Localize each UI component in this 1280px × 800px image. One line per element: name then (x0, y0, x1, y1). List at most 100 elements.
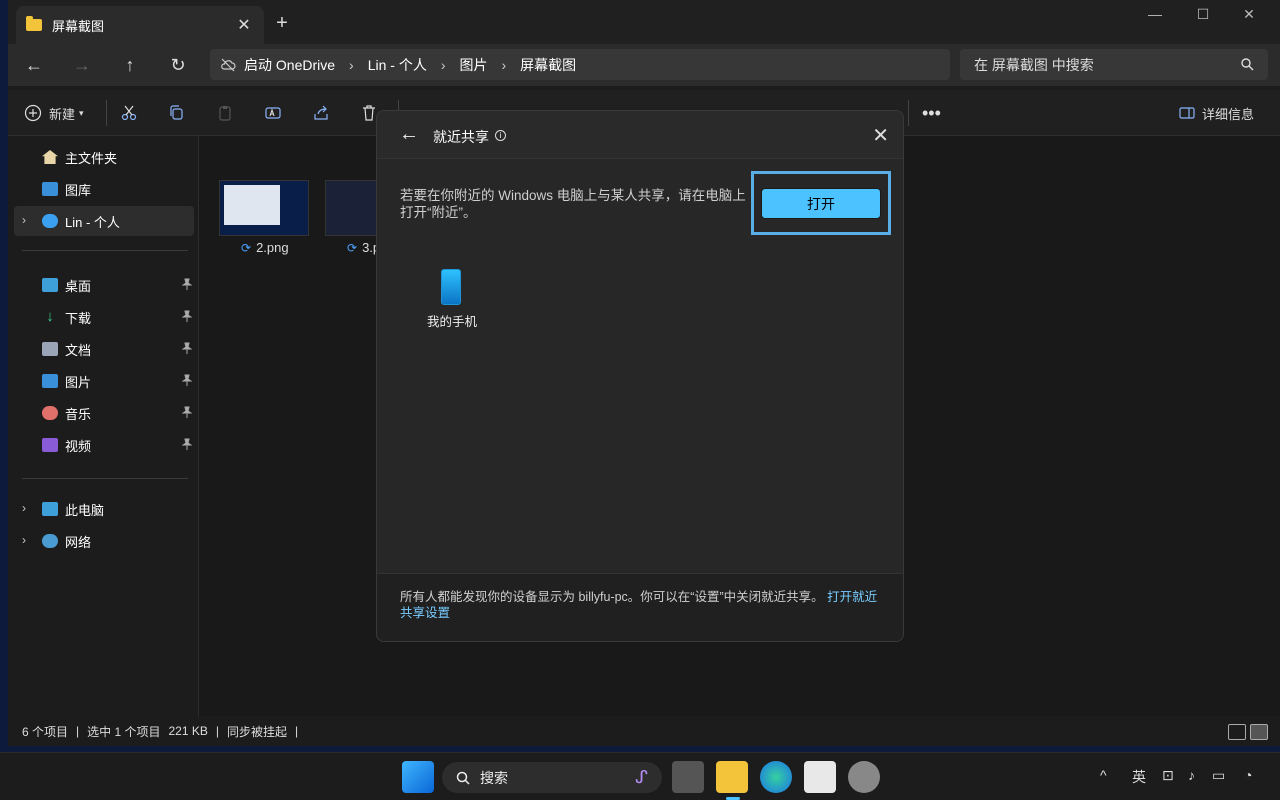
sidebar-item-label: Lin - 个人 (65, 214, 120, 230)
sidebar-item-label: 主文件夹 (65, 150, 118, 166)
pin-icon[interactable] (181, 374, 193, 386)
back-button[interactable]: ← (18, 52, 50, 78)
breadcrumb-lin[interactable]: Lin - 个人 (368, 55, 427, 75)
device-name[interactable]: 我的手机 (427, 311, 477, 330)
sidebar-item-label: 图片 (65, 374, 92, 390)
rename-icon (265, 107, 281, 119)
tiles-view-button[interactable] (1250, 724, 1268, 740)
tab-screenshots[interactable]: 屏幕截图 ✕ (16, 6, 264, 44)
paste-button[interactable] (216, 102, 234, 124)
address-bar[interactable]: 启动 OneDrive › Lin - 个人 › 图片 › 屏幕截图 (210, 49, 950, 80)
search-icon (456, 771, 470, 785)
taskbar-search[interactable]: 搜索 ᔑ (442, 762, 662, 793)
pin-icon[interactable] (181, 406, 193, 418)
task-view-icon[interactable] (672, 761, 704, 793)
back-arrow-icon[interactable]: ← (399, 123, 419, 146)
forward-button[interactable]: → (66, 52, 98, 78)
settings-gear-icon[interactable] (848, 761, 880, 793)
view-switcher (1228, 724, 1268, 740)
sidebar-item-videos[interactable]: 视频 (14, 430, 194, 460)
more-options-icon[interactable]: ••• (922, 102, 941, 124)
close-icon[interactable]: ✕ (872, 123, 889, 148)
share-button[interactable] (312, 102, 330, 124)
sidebar-item-onedrive[interactable]: › Lin - 个人 (14, 206, 194, 236)
volume-icon[interactable]: ♪ (1188, 767, 1195, 783)
phone-icon[interactable] (441, 269, 461, 305)
chevron-right-icon[interactable]: › (441, 57, 446, 73)
scissors-icon (121, 105, 137, 121)
sidebar-item-network[interactable]: › 网络 (14, 526, 194, 556)
sync-status: 同步被挂起 (226, 724, 287, 739)
network-icon (42, 534, 58, 548)
store-icon[interactable] (804, 761, 836, 793)
breadcrumb-screenshots[interactable]: 屏幕截图 (520, 55, 576, 75)
refresh-button[interactable]: ↻ (162, 52, 194, 78)
info-icon[interactable]: i (495, 130, 506, 141)
edge-icon[interactable] (760, 761, 792, 793)
details-pane-icon (1179, 107, 1195, 119)
sidebar-item-music[interactable]: 音乐 (14, 398, 194, 428)
chevron-down-icon: ▾ (79, 107, 84, 118)
sidebar-item-pictures[interactable]: 图片 (14, 366, 194, 396)
file-thumbnail[interactable] (219, 180, 309, 236)
divider (106, 100, 107, 126)
cut-button[interactable] (120, 102, 138, 124)
open-button[interactable]: 打开 (761, 188, 881, 219)
cloud-icon (42, 214, 58, 228)
chevron-right-icon[interactable]: › (502, 57, 507, 73)
chevron-right-icon[interactable]: › (22, 501, 26, 515)
dialog-header: ← 就近共享 i ✕ (377, 111, 903, 159)
taskbar-search-label: 搜索 (480, 769, 508, 786)
rename-button[interactable] (264, 102, 282, 124)
pin-icon[interactable] (181, 438, 193, 450)
new-button[interactable]: 新建 ▾ (24, 102, 84, 124)
up-button[interactable]: ↑ (114, 52, 146, 78)
chevron-right-icon[interactable]: › (22, 213, 26, 227)
ime-indicator[interactable]: 英 (1132, 767, 1146, 787)
sidebar-item-home[interactable]: 主文件夹 (14, 142, 194, 172)
new-label: 新建 (49, 106, 76, 122)
search-input[interactable]: 在 屏幕截图 中搜索 (960, 49, 1268, 80)
new-tab-button[interactable]: + (270, 12, 294, 35)
sync-icon: ⟳ (347, 240, 358, 255)
minimize-button[interactable]: — (1132, 6, 1178, 26)
network-icon[interactable]: ⊡ (1162, 767, 1174, 784)
breadcrumb-pictures[interactable]: 图片 (460, 55, 488, 75)
chevron-up-icon[interactable]: ^ (1100, 767, 1107, 783)
breadcrumb-onedrive[interactable]: 启动 OneDrive (244, 55, 335, 75)
sidebar-item-label: 桌面 (65, 278, 92, 294)
file-name[interactable]: ⟳ 2.png (241, 240, 289, 255)
sidebar-item-documents[interactable]: 文档 (14, 334, 194, 364)
desktop-icon (42, 278, 58, 292)
music-icon (42, 406, 58, 420)
folder-icon (26, 16, 42, 31)
tab-close-icon[interactable]: ✕ (234, 15, 254, 35)
paste-icon (219, 106, 231, 121)
maximize-button[interactable]: ☐ (1180, 6, 1226, 26)
sidebar-item-label: 视频 (65, 438, 92, 454)
details-view-button[interactable] (1228, 724, 1246, 740)
pin-icon[interactable] (181, 310, 193, 322)
details-label: 详细信息 (1202, 106, 1255, 122)
chevron-right-icon[interactable]: › (349, 57, 354, 73)
battery-icon[interactable]: ▭ (1212, 767, 1225, 784)
start-button[interactable] (402, 761, 434, 793)
file-explorer-icon[interactable] (716, 761, 748, 793)
sidebar-item-downloads[interactable]: ↓ 下载 (14, 302, 194, 332)
download-icon: ↓ (46, 308, 54, 325)
sidebar-item-desktop[interactable]: 桌面 (14, 270, 194, 300)
sidebar-item-gallery[interactable]: 图库 (14, 174, 194, 204)
pin-icon[interactable] (181, 278, 193, 290)
pin-icon[interactable] (181, 342, 193, 354)
nearby-share-dialog: ← 就近共享 i ✕ 若要在你附近的 Windows 电脑上与某人共享，请在电脑… (376, 110, 904, 642)
sidebar-item-this-pc[interactable]: › 此电脑 (14, 494, 194, 524)
close-window-button[interactable]: ✕ (1226, 6, 1272, 26)
copy-button[interactable] (168, 102, 186, 124)
sync-icon: ⟳ (241, 240, 252, 255)
chevron-right-icon[interactable]: › (22, 533, 26, 547)
details-button[interactable]: 详细信息 (1178, 102, 1254, 124)
divider (22, 250, 188, 251)
footer-text: 所有人都能发现你的设备显示为 billyfu-pc。你可以在“设置”中关闭就近共… (400, 590, 878, 620)
notification-bell-icon[interactable]: ◔ (1244, 767, 1252, 783)
video-icon (42, 438, 58, 452)
